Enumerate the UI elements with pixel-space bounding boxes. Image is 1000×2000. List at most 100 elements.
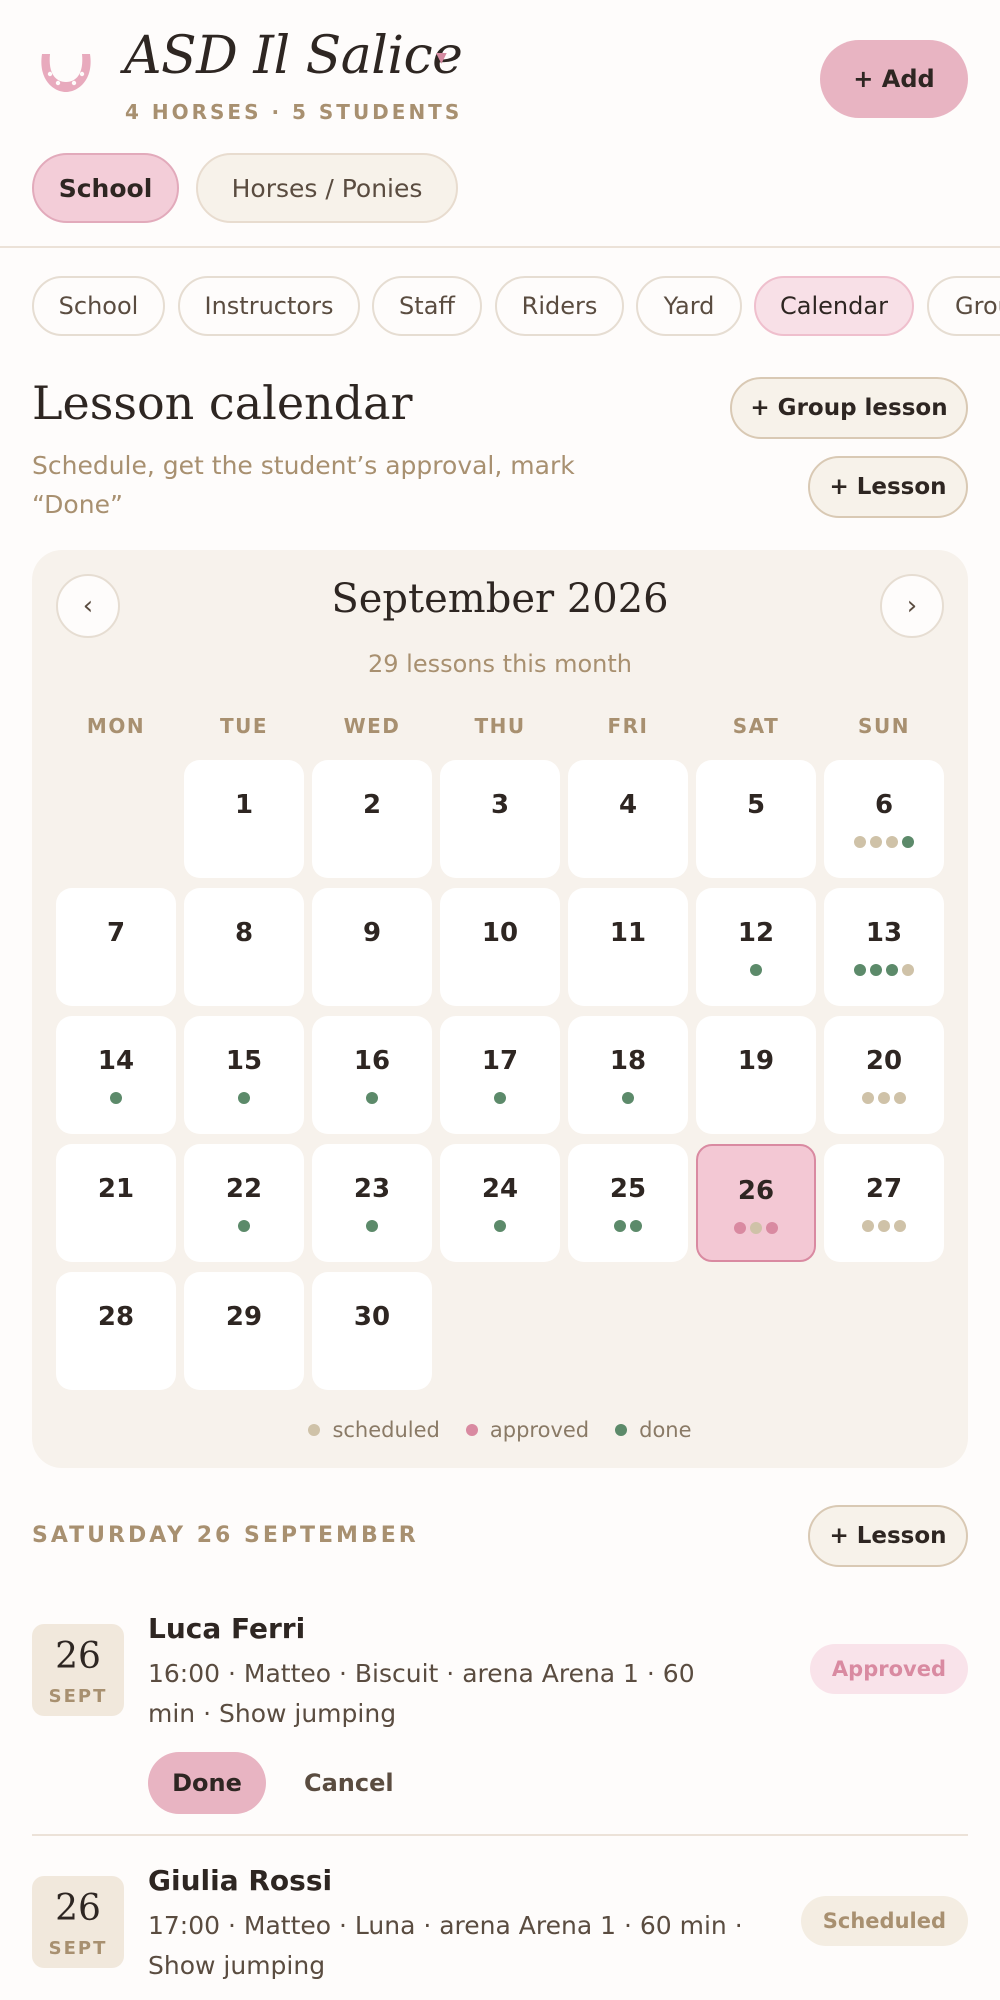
cancel-button[interactable]: Cancel — [304, 1752, 394, 1814]
calendar-day[interactable]: 15 — [184, 1016, 304, 1134]
calendar-day[interactable]: 13 — [824, 888, 944, 1006]
day-number: 28 — [97, 1302, 135, 1332]
day-number: 22 — [225, 1174, 263, 1204]
tab-bar: School Instructors Staff Riders Yard Cal… — [0, 276, 1000, 338]
app-title[interactable]: ASD Il Salice — [124, 26, 463, 86]
tab-instructors[interactable]: Instructors — [178, 276, 360, 336]
calendar-day[interactable]: 22 — [184, 1144, 304, 1262]
date-badge-month: SEPT — [48, 1686, 108, 1707]
status-dot-done — [614, 1220, 626, 1232]
lesson-item[interactable]: 26 SEPT Giulia Rossi 17:00 · Matteo · Lu… — [32, 1864, 968, 2000]
caret-down-icon[interactable]: ▼ — [436, 50, 447, 66]
calendar-card: ‹ September 2026 › 29 lessons this month… — [32, 550, 968, 1468]
calendar-day[interactable]: 4 — [568, 760, 688, 878]
status-dot-done — [238, 1092, 250, 1104]
calendar-day[interactable]: 20 — [824, 1016, 944, 1134]
calendar-day[interactable]: 25 — [568, 1144, 688, 1262]
calendar-day[interactable]: 12 — [696, 888, 816, 1006]
calendar-day[interactable]: 24 — [440, 1144, 560, 1262]
weekday-label: SAT — [732, 714, 780, 738]
status-dot-scheduled — [878, 1092, 890, 1104]
status-dot-done — [870, 964, 882, 976]
date-badge-month: SEPT — [48, 1938, 108, 1959]
legend-done: done — [615, 1418, 692, 1442]
day-number: 29 — [225, 1302, 263, 1332]
status-dot-approved — [734, 1222, 746, 1234]
done-button[interactable]: Done — [148, 1752, 266, 1814]
status-badge: Approved — [809, 1644, 968, 1694]
day-number: 17 — [481, 1046, 519, 1076]
status-dot-done — [494, 1092, 506, 1104]
add-lesson-button[interactable]: + Lesson — [808, 456, 968, 518]
status-dot-done — [494, 1220, 506, 1232]
segment-school[interactable]: School — [32, 153, 179, 223]
lesson-dots — [568, 1092, 688, 1104]
tab-staff[interactable]: Staff — [372, 276, 482, 336]
weekday-label: MON — [86, 714, 146, 738]
lesson-dots — [184, 1092, 304, 1104]
lesson-dots — [440, 1220, 560, 1232]
calendar-day[interactable]: 27 — [824, 1144, 944, 1262]
add-group-lesson-button[interactable]: + Group lesson — [730, 377, 968, 439]
calendar-day[interactable]: 11 — [568, 888, 688, 1006]
status-dot-done — [366, 1092, 378, 1104]
status-dot-scheduled — [750, 1222, 762, 1234]
status-dot-scheduled — [862, 1092, 874, 1104]
calendar-day[interactable]: 5 — [696, 760, 816, 878]
legend-label: scheduled — [332, 1418, 440, 1442]
app-subtitle: 4 HORSES · 5 STUDENTS — [125, 100, 463, 124]
day-number: 14 — [97, 1046, 135, 1076]
calendar-day[interactable]: 29 — [184, 1272, 304, 1390]
lesson-item[interactable]: 26 SEPT Luca Ferri 16:00 · Matteo · Bisc… — [32, 1612, 968, 1824]
calendar-day[interactable]: 7 — [56, 888, 176, 1006]
status-dot-scheduled — [894, 1220, 906, 1232]
calendar-day[interactable]: 3 — [440, 760, 560, 878]
calendar-day[interactable]: 21 — [56, 1144, 176, 1262]
day-number: 30 — [353, 1302, 391, 1332]
calendar-day[interactable]: 26 — [696, 1144, 816, 1262]
day-number: 6 — [874, 790, 894, 820]
tab-calendar[interactable]: Calendar — [754, 276, 914, 336]
calendar-day[interactable]: 30 — [312, 1272, 432, 1390]
lesson-dots — [184, 1220, 304, 1232]
lesson-dots — [696, 964, 816, 976]
status-dot-scheduled — [870, 836, 882, 848]
lesson-dots — [824, 1220, 944, 1232]
tab-groups[interactable]: Grou — [927, 276, 1000, 336]
calendar-day[interactable]: 23 — [312, 1144, 432, 1262]
lesson-details: 16:00 · Matteo · Biscuit · arena Arena 1… — [148, 1659, 695, 1728]
status-dot-scheduled — [862, 1220, 874, 1232]
legend-dot-scheduled — [308, 1424, 321, 1436]
calendar-day[interactable]: 1 — [184, 760, 304, 878]
lesson-dots — [312, 1092, 432, 1104]
calendar-day[interactable]: 10 — [440, 888, 560, 1006]
calendar-day[interactable]: 19 — [696, 1016, 816, 1134]
calendar-day[interactable]: 2 — [312, 760, 432, 878]
tab-riders[interactable]: Riders — [495, 276, 624, 336]
lesson-dots — [312, 1220, 432, 1232]
calendar-day[interactable]: 17 — [440, 1016, 560, 1134]
calendar-day[interactable]: 8 — [184, 888, 304, 1006]
segment-horses-ponies[interactable]: Horses / Ponies — [196, 153, 458, 223]
day-number: 2 — [362, 790, 382, 820]
chevron-right-icon[interactable]: › — [880, 574, 944, 638]
horseshoe-logo-icon — [41, 54, 91, 92]
page-title: Lesson calendar — [32, 376, 413, 430]
status-dot-done — [886, 964, 898, 976]
status-dot-approved — [766, 1222, 778, 1234]
calendar-day[interactable]: 18 — [568, 1016, 688, 1134]
calendar-day[interactable]: 28 — [56, 1272, 176, 1390]
calendar-day[interactable]: 14 — [56, 1016, 176, 1134]
lesson-dots — [440, 1092, 560, 1104]
add-button[interactable]: + Add — [820, 40, 968, 118]
lesson-dots — [568, 1220, 688, 1232]
tab-yard[interactable]: Yard — [636, 276, 742, 336]
calendar-day[interactable]: 6 — [824, 760, 944, 878]
tab-school[interactable]: School — [32, 276, 165, 336]
calendar-day[interactable]: 9 — [312, 888, 432, 1006]
calendar-day[interactable]: 16 — [312, 1016, 432, 1134]
add-lesson-day-button[interactable]: + Lesson — [808, 1505, 968, 1567]
day-number: 5 — [746, 790, 766, 820]
status-dot-done — [854, 964, 866, 976]
day-number: 20 — [865, 1046, 903, 1076]
